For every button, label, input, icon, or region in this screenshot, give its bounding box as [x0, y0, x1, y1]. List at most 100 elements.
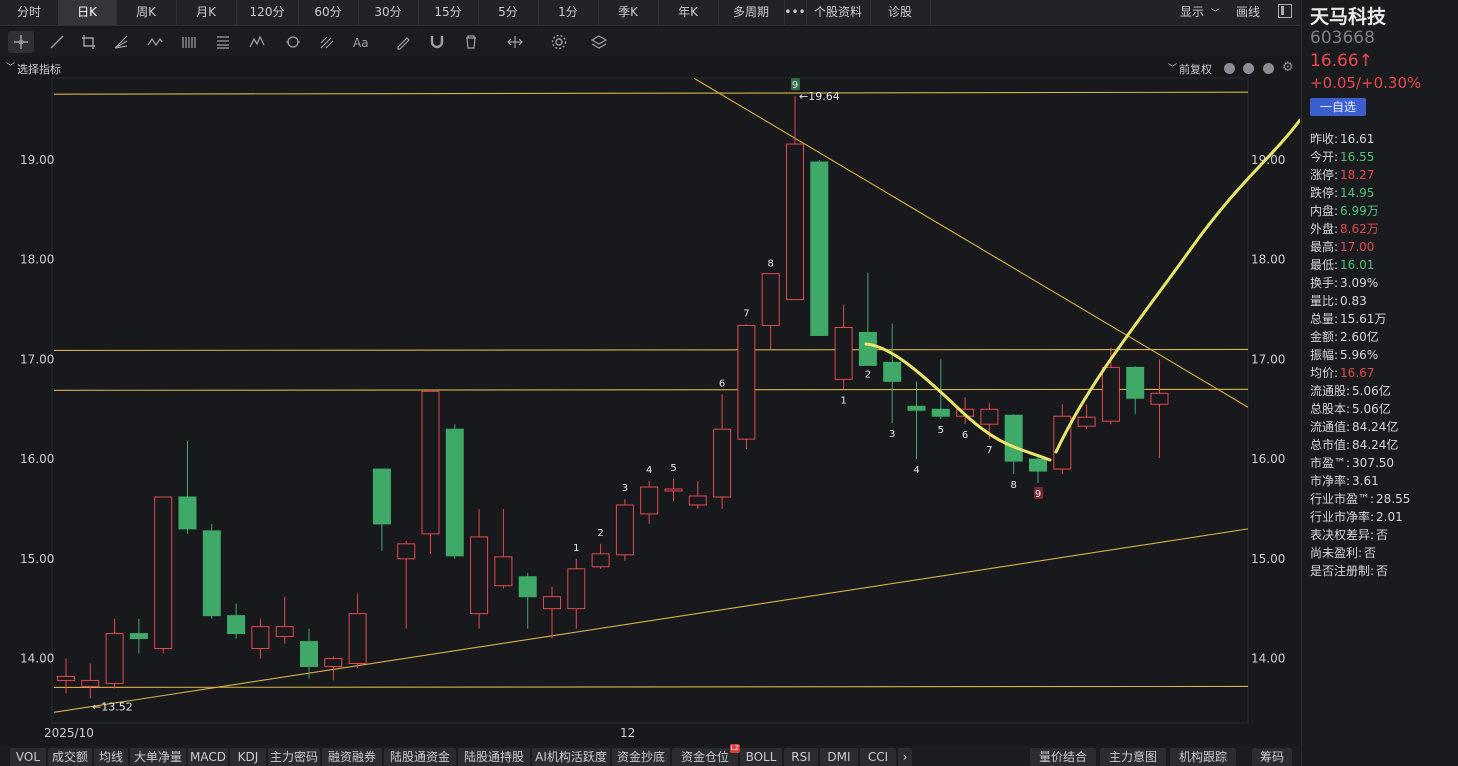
candle-body [713, 428, 732, 498]
candle-body [688, 495, 707, 506]
stat-row: 尚未盈利: 否 [1310, 544, 1376, 561]
indicator-tab-3[interactable]: 大单净量 [130, 748, 186, 766]
indicator-tab-label: KDJ [237, 750, 259, 764]
indicator-tab-2[interactable]: 均线 [94, 748, 128, 766]
stat-row: 总量: 15.61万 [1310, 310, 1386, 327]
stat-row: 表决权差异: 否 [1310, 526, 1388, 543]
indicator-tab-12[interactable]: 资金仓位 L2 [672, 744, 740, 766]
stock-price: 16.66↑ [1310, 51, 1373, 71]
indicator-tab-14[interactable]: RSI [784, 748, 818, 766]
stat-value: 28.55 [1376, 492, 1411, 506]
y-tick-left: 16.00 [20, 452, 54, 466]
y-tick-right: 17.00 [1251, 352, 1285, 366]
analysis-tab-2[interactable]: 机构跟踪 [1170, 748, 1236, 766]
count-mark: 2 [597, 528, 603, 539]
y-tick-right: 16.00 [1251, 452, 1285, 466]
indicator-tab-5[interactable]: KDJ [230, 748, 266, 766]
indicator-tab-15[interactable]: DMI [820, 748, 858, 766]
stock-name: 天马科技 [1310, 6, 1387, 28]
stat-row: 量比: 0.83 [1310, 292, 1367, 309]
candle-body [907, 405, 926, 411]
indicator-tab-11[interactable]: 资金抄底 [612, 748, 670, 766]
stat-label: 外盘: [1310, 222, 1339, 236]
candle-body [105, 633, 124, 684]
stat-label: 换手: [1310, 276, 1339, 290]
indicator-tab-1[interactable]: 成交额 [48, 748, 92, 766]
count-mark: 8 [768, 259, 774, 270]
candle-body [1029, 458, 1047, 472]
stat-value: 3.61 [1352, 474, 1379, 488]
x-label-start: 2025/10 [44, 726, 94, 740]
stat-row: 是否注册制: 否 [1310, 562, 1388, 579]
candle-body [883, 361, 902, 382]
stat-label: 涨停: [1310, 168, 1339, 182]
candlestick-chart[interactable]: 19.00 19.0018.00 18.0017.00 17.0016.00 16.00… [0, 0, 1300, 746]
count-mark: 1 [840, 395, 846, 406]
indicator-tab-9[interactable]: 陆股通持股 [458, 748, 530, 766]
candle-body [834, 326, 853, 380]
count-mark: 5 [670, 463, 676, 474]
candle-body [372, 468, 391, 525]
indicator-tab-label: AI机构活跃度 [535, 750, 607, 764]
indicator-tab-bar: VOL 成交额 均线 大单净量 MACD KDJ 主力密码 融资融券 陆股通资金 陆股通持股 AI机… [0, 744, 1300, 766]
resistance-line-top [53, 91, 1249, 95]
y-tick-left: 14.00 [20, 652, 54, 666]
stat-label: 昨收: [1310, 132, 1339, 146]
stat-row: 跌停: 14.95 [1310, 184, 1374, 201]
indicator-tab-13[interactable]: BOLL [740, 748, 782, 766]
indicator-tab-10[interactable]: AI机构活跃度 [532, 748, 610, 766]
stat-value: 17.00 [1340, 240, 1375, 254]
candle-body [980, 408, 999, 425]
stat-value: 5.96% [1340, 348, 1379, 362]
indicator-tab-label: VOL [15, 750, 41, 764]
stat-row: 市盈™: 307.50 [1310, 454, 1394, 471]
y-tick-right: 14.00 [1251, 652, 1285, 666]
stat-value: 否 [1376, 528, 1389, 542]
stat-value: 18.27 [1340, 168, 1375, 182]
stat-value: 16.67 [1340, 366, 1375, 380]
count-mark: 7 [743, 309, 749, 320]
stat-value: 5.06亿 [1352, 384, 1391, 398]
indicator-tab-17[interactable]: › [898, 748, 912, 766]
indicator-tab-6[interactable]: 主力密码 [268, 748, 320, 766]
candle-body [543, 596, 561, 610]
add-watchlist-button[interactable]: 一自选 [1310, 98, 1366, 116]
count-mark: 4 [646, 465, 652, 476]
candle-body [1053, 415, 1072, 470]
stat-row: 振幅: 5.96% [1310, 346, 1378, 363]
stat-label: 今开: [1310, 150, 1339, 164]
count-mark: 4 [913, 465, 919, 476]
indicator-tab-8[interactable]: 陆股通资金 [384, 748, 456, 766]
stat-label: 均价: [1310, 366, 1339, 380]
indicator-tab-4[interactable]: MACD [188, 748, 228, 766]
candle-body [154, 496, 173, 650]
candle-body [300, 641, 318, 667]
analysis-tab-1[interactable]: 主力意图 [1100, 748, 1166, 766]
stat-row: 流通值: 84.24亿 [1310, 418, 1398, 435]
y-tick-left: 17.00 [20, 352, 54, 366]
stat-value: 5.06亿 [1352, 402, 1391, 416]
candle-body [251, 626, 270, 650]
stat-value: 否 [1376, 564, 1389, 578]
y-tick-left: 18.00 [20, 253, 54, 267]
count-mark: 9 [792, 80, 798, 91]
stat-label: 总量: [1310, 312, 1339, 326]
analysis-tab-0[interactable]: 量价结合 [1030, 748, 1096, 766]
y-tick-right: 18.00 [1251, 253, 1285, 267]
indicator-tab-0[interactable]: VOL [10, 748, 46, 766]
indicator-tab-label: 成交额 [51, 750, 88, 764]
indicator-tab-label: 陆股通持股 [463, 750, 524, 764]
high-price-label: ←19.64 [799, 90, 840, 103]
indicator-tab-7[interactable]: 融资融券 [322, 748, 382, 766]
candle-body [445, 428, 464, 557]
count-mark: 6 [719, 378, 725, 389]
chip-distribution-tab[interactable]: 筹码 [1252, 748, 1292, 766]
candle-body [640, 486, 659, 515]
candle-body [786, 143, 804, 301]
stat-value: 16.55 [1340, 150, 1375, 164]
stat-row: 涨停: 18.27 [1310, 166, 1374, 183]
indicator-tab-16[interactable]: CCI [860, 748, 896, 766]
count-mark: 5 [938, 425, 944, 436]
candle-body [761, 273, 780, 327]
indicator-tab-label: 陆股通资金 [389, 750, 450, 764]
